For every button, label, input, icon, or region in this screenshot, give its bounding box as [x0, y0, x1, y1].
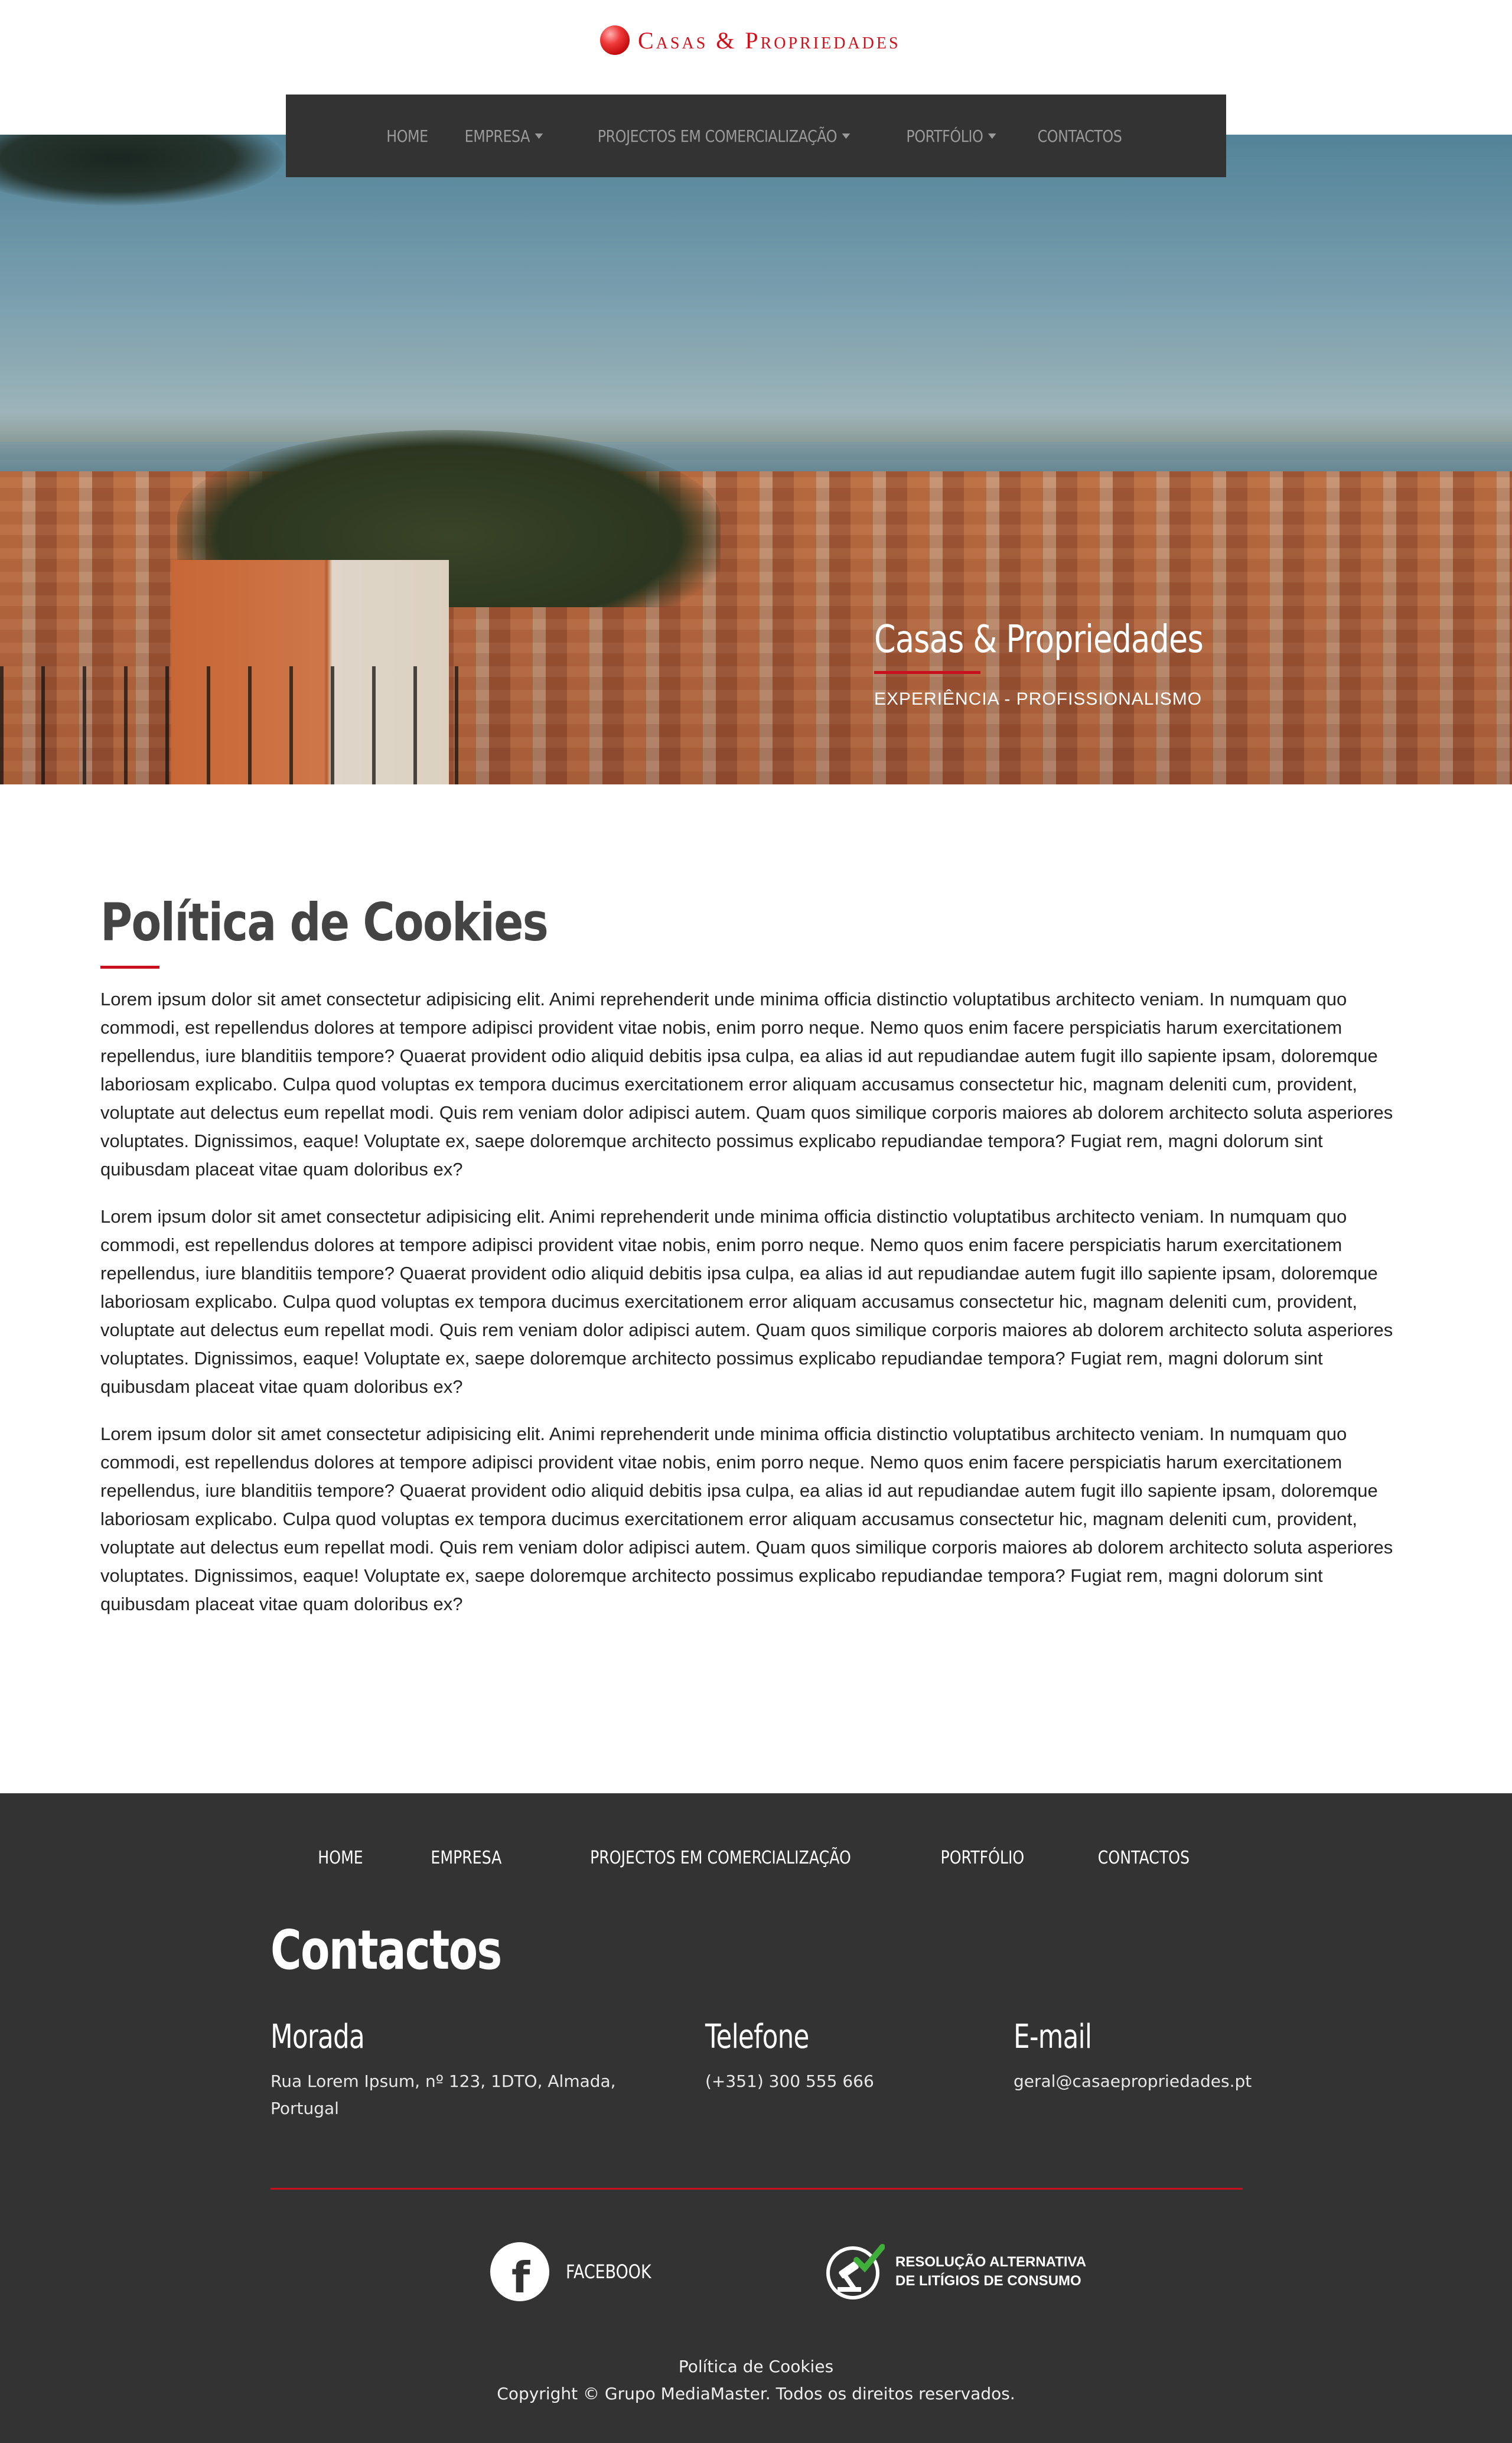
- footer-phone: Telefone (+351) 300 555 666: [705, 2018, 965, 2095]
- copyright: Copyright © Grupo MediaMaster. Todos os …: [497, 2384, 1015, 2403]
- nav-home-label: HOME: [386, 126, 428, 146]
- nav-portfolio[interactable]: PORTFÓLIO: [907, 126, 996, 146]
- content-paragraph: Lorem ipsum dolor sit amet consectetur a…: [100, 1206, 1393, 1397]
- footer-email: E-mail geral@casaepropriedades.pt: [1014, 2018, 1297, 2095]
- footer-contacts-title: Contactos: [271, 1918, 502, 1982]
- red-sphere-logo-icon: [600, 25, 630, 55]
- hero-overlay: [0, 135, 1512, 784]
- chevron-down-icon: [988, 133, 996, 139]
- ral-label: RESOLUÇÃO ALTERNATIVA DE LITÍGIOS DE CON…: [895, 2253, 1086, 2291]
- phone-value[interactable]: (+351) 300 555 666: [705, 2068, 965, 2095]
- nav-contactos[interactable]: CONTACTOS: [1038, 126, 1122, 146]
- site-logo[interactable]: Casas & Propriedades: [600, 25, 901, 55]
- footer-nav-contactos[interactable]: CONTACTOS: [1098, 1848, 1190, 1868]
- facebook-icon: f: [490, 2242, 549, 2301]
- ral-link[interactable]: RESOLUÇÃO ALTERNATIVA DE LITÍGIOS DE CON…: [826, 2242, 1086, 2301]
- hero-caption: Casas & Propriedades EXPERIÊNCIA - PROFI…: [874, 618, 1275, 709]
- nav-portfolio-label: PORTFÓLIO: [906, 126, 983, 146]
- chevron-down-icon: [842, 133, 850, 139]
- footer-nav-home[interactable]: HOME: [318, 1848, 363, 1868]
- nav-empresa-label: EMPRESA: [464, 126, 530, 146]
- page-title: Política de Cookies: [100, 892, 549, 953]
- footer-nav: HOME EMPRESA PROJECTOS EM COMERCIALIZAÇÃ…: [0, 1848, 1512, 1868]
- address-heading: Morada: [271, 2018, 365, 2056]
- title-divider: [100, 966, 159, 969]
- email-value[interactable]: geral@casaepropriedades.pt: [1014, 2068, 1297, 2095]
- ral-line1: RESOLUÇÃO ALTERNATIVA: [895, 2254, 1087, 2270]
- nav-projectos[interactable]: PROJECTOS EM COMERCIALIZAÇÃO: [598, 126, 850, 146]
- cookies-link[interactable]: Política de Cookies: [0, 2353, 1512, 2380]
- footer-divider: [271, 2188, 1243, 2190]
- content-paragraph: Lorem ipsum dolor sit amet consectetur a…: [100, 1424, 1393, 1614]
- footer-nav-portfolio[interactable]: PORTFÓLIO: [941, 1848, 1025, 1868]
- main-nav: HOME EMPRESA PROJECTOS EM COMERCIALIZAÇÃ…: [286, 95, 1226, 177]
- main-content: Política de Cookies Lorem ipsum dolor si…: [100, 892, 1412, 1637]
- footer-nav-empresa[interactable]: EMPRESA: [431, 1848, 502, 1868]
- email-heading: E-mail: [1014, 2018, 1092, 2056]
- nav-empresa[interactable]: EMPRESA: [464, 126, 543, 146]
- address-value: Rua Lorem Ipsum, nº 123, 1DTO, Almada, P…: [271, 2071, 616, 2118]
- footer-bottom: Política de Cookies Copyright © Grupo Me…: [0, 2353, 1512, 2408]
- phone-heading: Telefone: [705, 2018, 809, 2056]
- site-footer: HOME EMPRESA PROJECTOS EM COMERCIALIZAÇÃ…: [0, 1793, 1512, 2443]
- nav-projectos-label: PROJECTOS EM COMERCIALIZAÇÃO: [598, 126, 838, 146]
- nav-contactos-label: CONTACTOS: [1037, 126, 1122, 146]
- footer-address: Morada Rua Lorem Ipsum, nº 123, 1DTO, Al…: [271, 2018, 625, 2122]
- gavel-check-icon: [826, 2242, 885, 2301]
- hero-banner: Casas & Propriedades EXPERIÊNCIA - PROFI…: [0, 135, 1512, 784]
- ral-line2: DE LITÍGIOS DE CONSUMO: [895, 2273, 1081, 2289]
- nav-home[interactable]: HOME: [386, 126, 428, 146]
- hero-title: Casas & Propriedades: [874, 618, 1204, 662]
- hero-subtitle: EXPERIÊNCIA - PROFISSIONALISMO: [874, 689, 1203, 709]
- facebook-label: FACEBOOK: [566, 2260, 651, 2283]
- facebook-link[interactable]: f FACEBOOK: [490, 2242, 667, 2301]
- logo-text: Casas & Propriedades: [638, 27, 901, 54]
- chevron-down-icon: [535, 133, 543, 139]
- footer-nav-projectos[interactable]: PROJECTOS EM COMERCIALIZAÇÃO: [590, 1848, 851, 1868]
- content-paragraph: Lorem ipsum dolor sit amet consectetur a…: [100, 989, 1393, 1180]
- hero-divider: [874, 671, 980, 674]
